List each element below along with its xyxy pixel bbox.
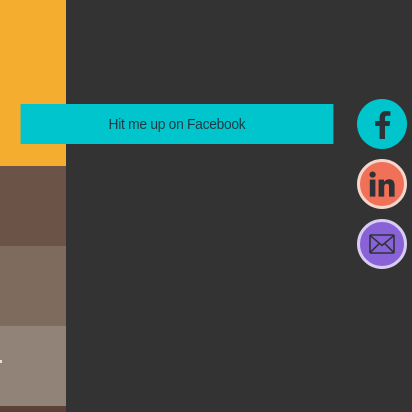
strip-segment: [0, 406, 66, 412]
page-canvas: Hit me up on Facebook: [0, 0, 412, 412]
linkedin-icon: [369, 171, 395, 197]
linkedin-button[interactable]: [357, 159, 407, 209]
tooltip-label: Hit me up on Facebook: [108, 115, 246, 133]
facebook-tooltip: Hit me up on Facebook: [20, 104, 334, 144]
strip-segment: [0, 246, 66, 326]
envelope-icon: [369, 234, 395, 254]
strip-segment: [0, 166, 66, 246]
side-color-strip: [0, 0, 66, 412]
strip-marker: [0, 360, 2, 363]
facebook-button[interactable]: [357, 99, 407, 149]
email-button[interactable]: [357, 219, 407, 269]
strip-segment: [0, 326, 66, 406]
facebook-icon: [371, 109, 393, 139]
